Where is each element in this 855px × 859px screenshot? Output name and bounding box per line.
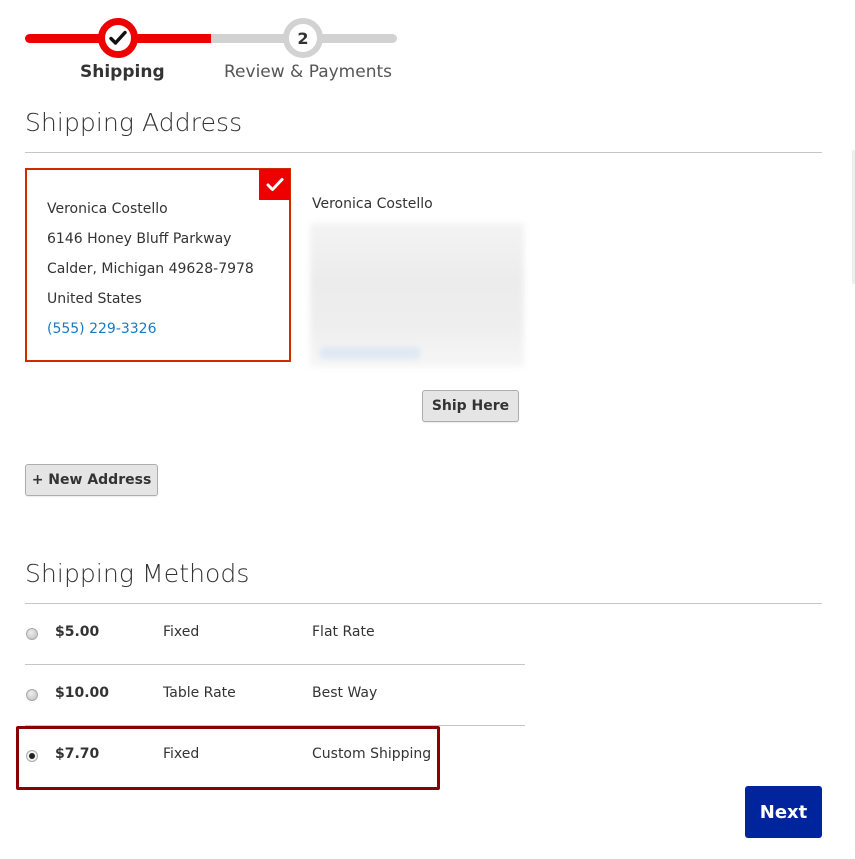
shipping-methods-title: Shipping Methods	[25, 559, 250, 588]
shipping-address-divider	[25, 152, 822, 153]
step-label-shipping: Shipping	[80, 62, 165, 82]
method-price: $7.70	[55, 746, 100, 762]
shipping-address-title: Shipping Address	[25, 108, 243, 137]
carrier-name: Custom Shipping	[312, 746, 432, 762]
method-name: Fixed	[163, 746, 200, 762]
shipping-method-row[interactable]: $10.00 Table Rate Best Way	[25, 665, 525, 725]
address-phone-link[interactable]: (555) 229-3326	[47, 314, 289, 344]
shipping-method-row[interactable]: $5.00 Fixed Flat Rate	[25, 604, 525, 664]
step-number: 2	[297, 28, 309, 48]
method-price: $10.00	[55, 685, 110, 701]
method-name: Table Rate	[163, 685, 236, 701]
address-country: United States	[47, 291, 142, 307]
step-complete-indicator	[98, 18, 138, 58]
checkmark-icon	[266, 178, 283, 191]
next-button[interactable]: Next	[745, 786, 822, 838]
shipping-method-radio[interactable]	[26, 689, 38, 701]
method-name: Fixed	[163, 624, 200, 640]
checkmark-icon	[109, 30, 127, 45]
ship-here-button[interactable]: Ship Here	[422, 390, 519, 422]
address-details-blurred	[310, 223, 524, 367]
shipping-method-radio[interactable]	[26, 628, 38, 640]
address-card-alternate[interactable]: Veronica Costello	[310, 189, 532, 369]
checkout-progress-bar: Shipping 2 Review & Payments	[25, 14, 397, 86]
address-city-state-zip: Calder, Michigan 49628-7978	[47, 261, 254, 277]
new-address-button[interactable]: + New Address	[25, 464, 158, 496]
shipping-method-row-selected[interactable]: $7.70 Fixed Custom Shipping	[25, 726, 525, 786]
blurred-phone-link	[320, 347, 420, 359]
address-card-selected[interactable]: Veronica Costello 6146 Honey Bluff Parkw…	[25, 168, 291, 362]
step-number-indicator: 2	[283, 18, 323, 58]
address-name: Veronica Costello	[312, 196, 433, 212]
step-label-review-payments: Review & Payments	[224, 62, 392, 82]
address-street: 6146 Honey Bluff Parkway	[47, 231, 232, 247]
address-name: Veronica Costello	[47, 201, 168, 217]
carrier-name: Best Way	[312, 685, 378, 701]
method-price: $5.00	[55, 624, 100, 640]
shipping-method-radio-checked[interactable]	[26, 750, 38, 762]
carrier-name: Flat Rate	[312, 624, 375, 640]
selected-badge	[259, 169, 290, 200]
